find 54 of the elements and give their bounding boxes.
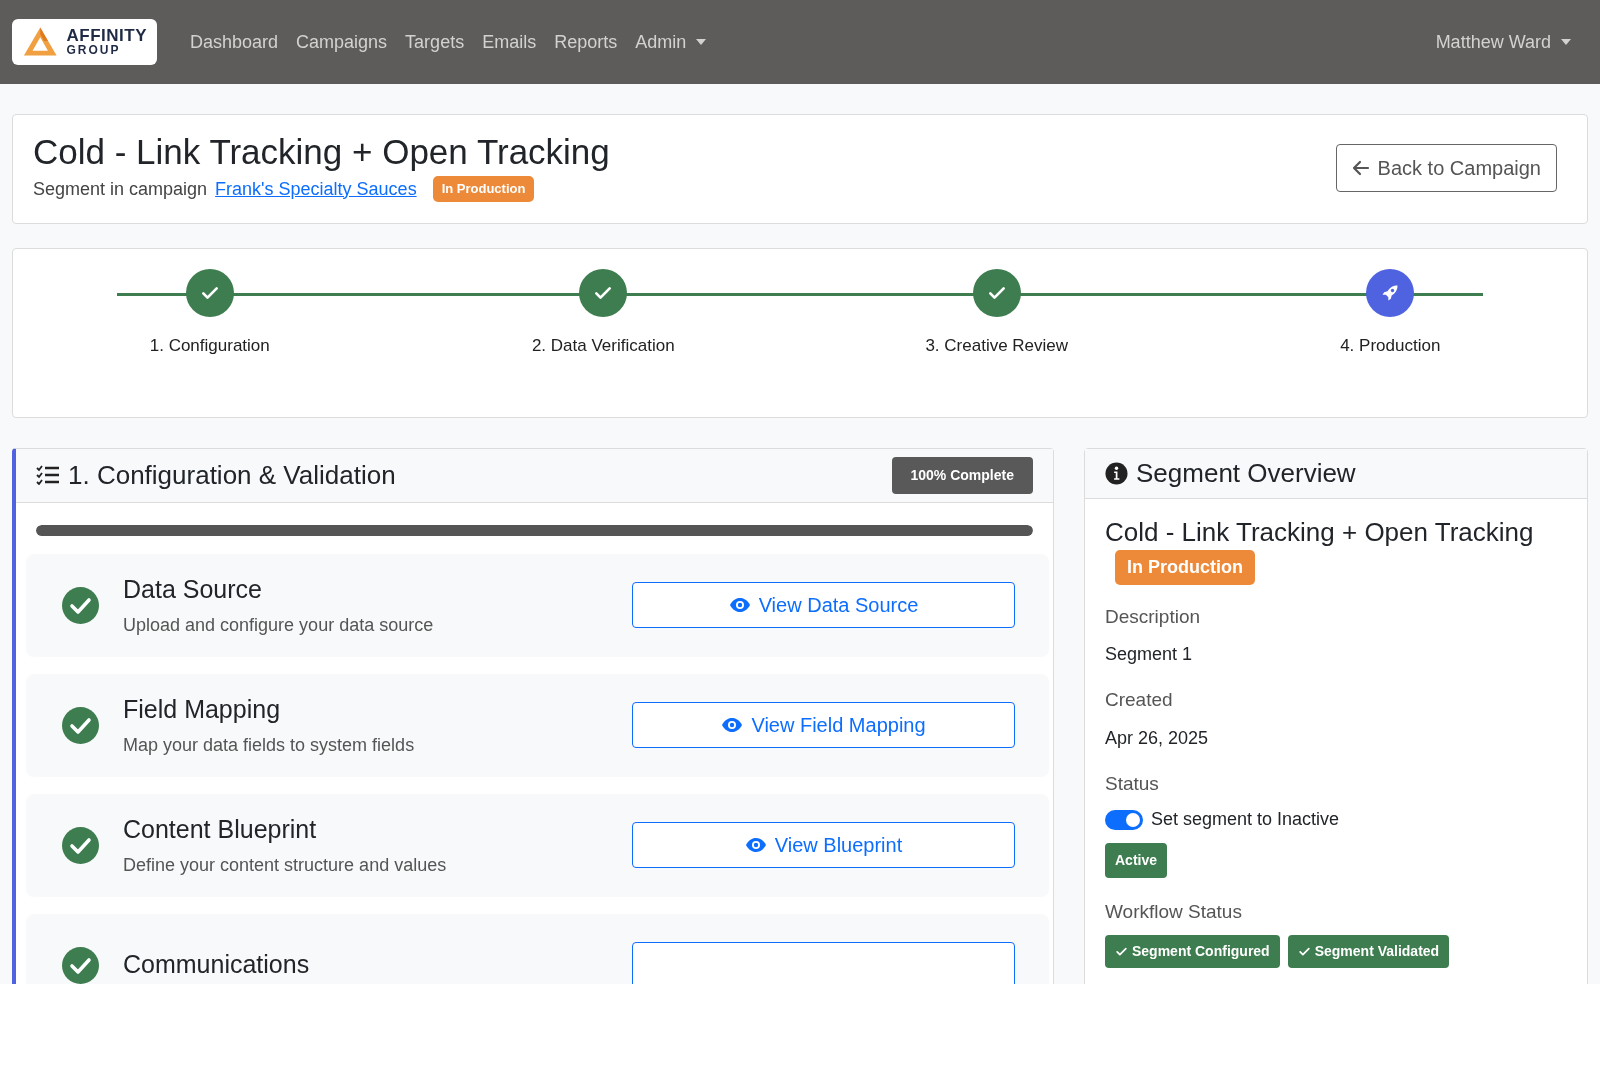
logo-text: AFFINITY: [66, 28, 147, 44]
item-title: Content Blueprint: [123, 813, 318, 845]
nav-link[interactable]: Dashboard: [181, 28, 288, 56]
step-label: 3. Creative Review: [925, 334, 1069, 357]
completion-badge: 100% Complete: [891, 456, 1033, 494]
view-button[interactable]: View Data Source: [632, 582, 1015, 628]
panel-title: 1. Configuration & Validation: [68, 458, 396, 492]
item-title: Communications: [123, 949, 311, 981]
check-icon: [1115, 945, 1128, 958]
item-title: Data Source: [123, 573, 263, 605]
item-description: Upload and configure your data source: [123, 614, 435, 638]
status-badge: In Production: [432, 176, 535, 202]
nav-link[interactable]: Emails: [473, 28, 546, 56]
field-value: Apr 26, 2025: [1105, 726, 1210, 750]
logo[interactable]: AFFINITY GROUP: [12, 19, 157, 65]
field-label: Created: [1105, 688, 1174, 713]
workflow-badge: Segment Configured: [1105, 934, 1280, 968]
page-title: Cold - Link Tracking + Open Tracking: [33, 133, 610, 172]
view-button[interactable]: View Field Mapping: [632, 702, 1015, 748]
item-description: Map your data fields to system fields: [123, 734, 416, 758]
info-icon: [1105, 461, 1128, 485]
eye-icon: [728, 597, 751, 613]
view-button[interactable]: View Blueprint: [632, 822, 1015, 868]
overview-title: Segment Overview: [1136, 456, 1356, 490]
status-badge: In Production: [1115, 549, 1255, 585]
toggle-label: Set segment to Inactive: [1151, 808, 1340, 832]
check-icon: [1297, 945, 1311, 958]
nav-link[interactable]: Targets: [396, 28, 474, 56]
field-label: Workflow Status: [1105, 900, 1243, 925]
toggle-switch[interactable]: [1105, 809, 1143, 830]
eye-icon: [721, 717, 744, 733]
view-button[interactable]: [632, 942, 1015, 984]
campaign-link[interactable]: Frank's Specialty Sauces: [215, 175, 417, 203]
logo-text: GROUP: [66, 44, 122, 56]
step-label: 2. Data Verification: [531, 334, 675, 357]
nav-link[interactable]: Reports: [545, 28, 627, 56]
field-label: Description: [1105, 604, 1202, 629]
field-label: Status: [1105, 771, 1160, 796]
segment-name: Cold - Link Tracking + Open Tracking: [1105, 516, 1535, 548]
checklist-icon: [36, 465, 60, 485]
dropdown-toggle-link[interactable]: Admin: [626, 28, 716, 56]
eye-icon: [744, 837, 767, 853]
back-button[interactable]: Back to Campaign: [1335, 143, 1557, 192]
step-label: 4. Production: [1340, 334, 1441, 357]
user-menu[interactable]: Matthew Ward: [1426, 28, 1580, 56]
active-badge: Active: [1105, 843, 1168, 879]
field-value: Segment 1: [1105, 643, 1194, 667]
subtitle-text: Segment in campaign: [33, 177, 208, 201]
workflow-badge: Segment Validated: [1287, 934, 1450, 968]
step-label: 1. Configuration: [149, 334, 270, 357]
nav-link[interactable]: Campaigns: [287, 28, 397, 56]
item-description: Define your content structure and values: [123, 854, 448, 878]
arrow-left-icon: [1351, 159, 1370, 176]
item-title: Field Mapping: [123, 693, 282, 725]
